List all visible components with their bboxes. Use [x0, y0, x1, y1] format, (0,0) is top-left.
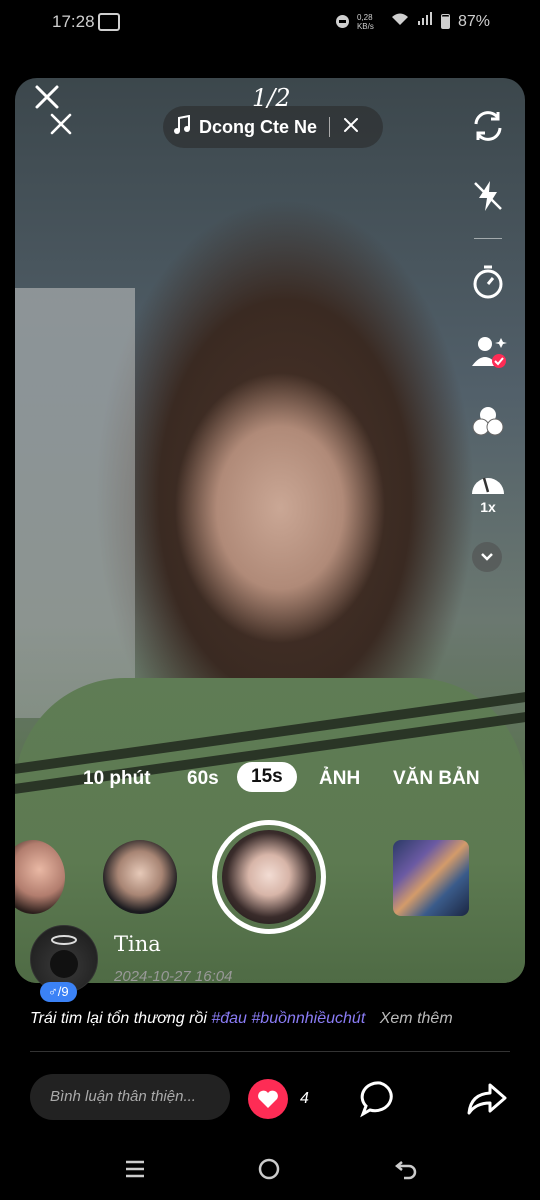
comment-icon — [360, 1081, 393, 1118]
recent-apps-button[interactable] — [124, 1158, 146, 1185]
battery-icon — [440, 14, 450, 29]
effect-thumbnail[interactable] — [103, 840, 177, 914]
like-count: 4 — [300, 1090, 309, 1107]
close-icon — [35, 85, 59, 109]
system-nav-bar — [0, 1140, 540, 1200]
background-wall — [15, 288, 135, 718]
close-button[interactable] — [49, 112, 73, 136]
effect-preview — [222, 830, 316, 924]
speed-button[interactable]: 1x — [470, 472, 506, 515]
comment-input[interactable]: Bình luận thân thiện... — [30, 1074, 230, 1120]
post-timestamp: 2024-10-27 16:04 — [114, 968, 233, 985]
flip-camera-icon — [474, 111, 502, 141]
mode-15s[interactable]: 15s — [237, 762, 297, 792]
signal-icon — [417, 12, 433, 31]
add-person-icon — [472, 337, 507, 368]
close-icon — [344, 117, 359, 132]
sound-selector[interactable]: Dcong Cte Ne — [163, 106, 383, 148]
flash-off-icon — [474, 181, 502, 211]
battery-percent: 87% — [457, 12, 490, 30]
camera-preview[interactable]: Dcong Cte Ne 1x 10 phút 60s 15s ẢNH VĂN … — [15, 78, 525, 983]
remove-sound-button[interactable] — [344, 117, 359, 137]
speed-label: 1x — [480, 499, 496, 515]
divider — [30, 1051, 510, 1052]
gallery-button[interactable] — [393, 840, 469, 916]
flip-camera-button[interactable] — [470, 108, 506, 149]
app-notification-icon — [98, 13, 120, 31]
timer-button[interactable] — [470, 264, 506, 305]
heart-icon — [258, 1090, 278, 1108]
overlay-close-button[interactable] — [34, 84, 60, 115]
status-bar: 17:28 0,28 KB/s 87% — [0, 0, 540, 44]
network-speed: 0,28 KB/s — [356, 12, 374, 31]
sound-label: Dcong Cte Ne — [199, 116, 318, 137]
toolbar-divider — [474, 238, 502, 239]
home-button[interactable] — [258, 1158, 280, 1185]
speed-icon — [472, 477, 504, 494]
divider — [329, 117, 331, 137]
status-time: 17:28 — [52, 12, 95, 31]
music-note-icon — [173, 114, 191, 140]
status-right: 0,28 KB/s 87% — [335, 12, 490, 31]
profile-badge: ♂/9 — [40, 982, 77, 1002]
filters-button[interactable] — [470, 404, 506, 445]
share-button[interactable] — [466, 1082, 508, 1121]
mode-60s[interactable]: 60s — [187, 768, 219, 790]
profile-name[interactable]: Tina — [114, 932, 161, 956]
page-indicator: 1/2 — [252, 84, 291, 112]
back-button[interactable] — [394, 1158, 418, 1185]
mode-anh[interactable]: ẢNH — [319, 768, 360, 790]
caption-text: Trái tim lại tổn thương rồi — [30, 1010, 207, 1027]
post-caption: Trái tim lại tổn thương rồi #đau #buồnnh… — [30, 1010, 453, 1028]
duet-button[interactable] — [470, 334, 508, 375]
share-icon — [467, 1083, 507, 1115]
timer-icon — [473, 265, 503, 299]
flash-button[interactable] — [470, 178, 506, 219]
home-icon — [258, 1158, 280, 1180]
filters-icon — [472, 407, 504, 436]
close-icon — [50, 113, 72, 135]
comment-button[interactable] — [360, 1080, 400, 1123]
see-more-link[interactable]: Xem thêm — [380, 1010, 453, 1027]
dnd-icon — [335, 15, 349, 28]
mode-10-phut[interactable]: 10 phút — [83, 768, 151, 790]
caption-hashtags[interactable]: #đau #buồnnhiềuchút — [207, 1010, 365, 1027]
back-icon — [394, 1161, 417, 1180]
record-button[interactable] — [212, 820, 326, 934]
like-button[interactable] — [248, 1079, 288, 1119]
more-tools-button[interactable] — [472, 542, 502, 572]
recent-apps-icon — [126, 1160, 144, 1178]
chevron-down-icon — [481, 553, 493, 561]
mode-van-ban[interactable]: VĂN BẢN — [393, 768, 480, 790]
wifi-icon — [391, 12, 409, 31]
